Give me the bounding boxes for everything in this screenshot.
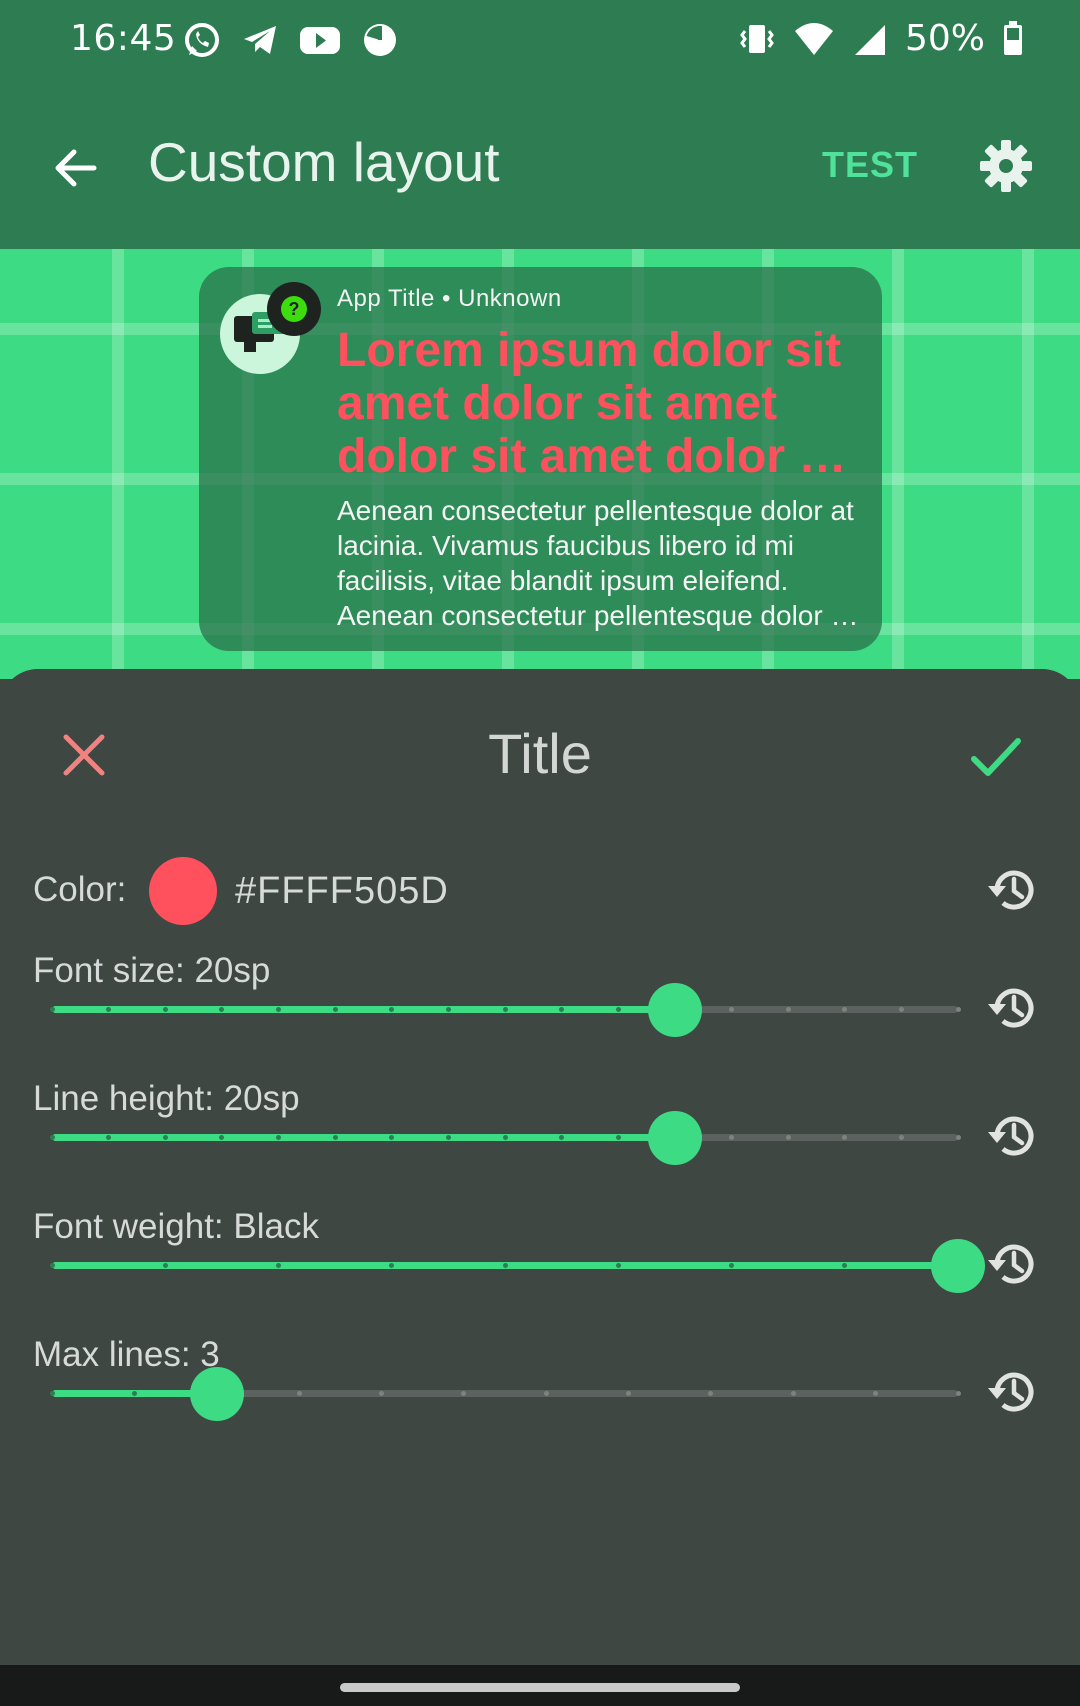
slider-tick (729, 1263, 734, 1268)
sheet-title: Title (488, 722, 592, 785)
slider-tick (626, 1391, 632, 1396)
slider-tick (162, 1263, 168, 1268)
whatsapp-icon (185, 23, 219, 57)
color-swatch[interactable] (149, 857, 217, 925)
slider-tick (445, 1135, 451, 1140)
page-title: Custom layout (148, 131, 500, 193)
slider-tick (49, 1391, 55, 1396)
slider-tick (502, 1135, 508, 1140)
history-icon[interactable] (985, 1108, 1041, 1164)
slider-thumb[interactable] (647, 983, 702, 1037)
battery-icon (1004, 20, 1022, 55)
system-icons: 50% (737, 18, 1025, 59)
notification-icons (182, 20, 400, 60)
wifi-icon (794, 22, 833, 55)
slider-tick (445, 1007, 451, 1012)
slider-tick (729, 1007, 734, 1012)
slider-tick (131, 1391, 137, 1396)
slider-tick (615, 1007, 621, 1012)
font-size-slider[interactable] (49, 979, 961, 1039)
slider-tick (543, 1391, 549, 1396)
signal-icon (854, 24, 885, 55)
slider-tick (785, 1007, 791, 1012)
slider-tick (162, 1007, 168, 1012)
data-saver-icon (364, 24, 396, 56)
question-icon: ? (281, 296, 307, 322)
slider-tick (296, 1391, 302, 1396)
youtube-icon (300, 27, 340, 54)
home-gesture-handle[interactable] (340, 1683, 740, 1692)
slider-tick (332, 1135, 338, 1140)
notification-header: App Title • Unknown (337, 285, 562, 312)
navigation-bar (0, 1665, 1080, 1706)
slider-thumb[interactable] (931, 1239, 985, 1293)
slider-tick (502, 1263, 508, 1268)
slider-tick (162, 1135, 168, 1140)
notification-preview: ? App Title • Unknown Lorem ipsum dolor … (199, 267, 882, 651)
slider-tick (502, 1007, 508, 1012)
slider-tick (49, 1007, 55, 1012)
battery-percent: 50% (904, 18, 985, 59)
telegram-icon (244, 26, 276, 54)
max-lines-slider[interactable] (49, 1363, 961, 1423)
notification-title: Lorem ipsum dolor sit amet dolor sit ame… (337, 324, 855, 483)
test-button[interactable]: TEST (822, 144, 918, 186)
history-icon[interactable] (985, 1236, 1041, 1292)
slider-tick (378, 1391, 384, 1396)
back-arrow-icon[interactable] (48, 140, 104, 196)
slider-tick (729, 1135, 734, 1140)
slider-tick (276, 1263, 281, 1268)
gear-icon[interactable] (978, 138, 1034, 194)
slider-thumb[interactable] (647, 1111, 702, 1165)
question-badge: ? (267, 282, 321, 336)
status-bar: 16:45 50% (0, 0, 1080, 82)
line-height-slider[interactable] (49, 1107, 961, 1167)
slider-tick (49, 1263, 55, 1268)
slider-tick (785, 1135, 791, 1140)
slider-tick (955, 1135, 961, 1140)
slider-tick (955, 1007, 961, 1012)
slider-tick (790, 1391, 796, 1396)
vibrate-icon (740, 24, 774, 53)
slider-active-track (52, 1006, 675, 1013)
status-time: 16:45 (70, 18, 177, 59)
svg-text:?: ? (289, 299, 300, 319)
slider-tick (276, 1007, 281, 1012)
bottom-sheet: Title Color: #FFFF505D Font size: 20sp L… (0, 669, 1080, 1665)
slider-tick (332, 1007, 338, 1012)
slider-thumb[interactable] (189, 1367, 244, 1421)
color-label: Color: (33, 870, 127, 909)
slider-tick (49, 1135, 55, 1140)
history-icon[interactable] (985, 862, 1041, 918)
color-hex-value[interactable]: #FFFF505D (235, 870, 449, 913)
slider-tick (615, 1263, 621, 1268)
font-weight-slider[interactable] (49, 1235, 985, 1295)
check-icon[interactable] (968, 729, 1024, 785)
slider-tick (898, 1135, 904, 1140)
notification-text: Aenean consectetur pellentesque dolor at… (337, 495, 854, 631)
slider-tick (898, 1007, 904, 1012)
slider-tick (955, 1391, 961, 1396)
history-icon[interactable] (985, 980, 1041, 1036)
app-bar: Custom layout TEST (0, 82, 1080, 249)
slider-tick (276, 1135, 281, 1140)
history-icon[interactable] (985, 1364, 1041, 1420)
slider-tick (615, 1135, 621, 1140)
slider-active-track (52, 1134, 675, 1141)
